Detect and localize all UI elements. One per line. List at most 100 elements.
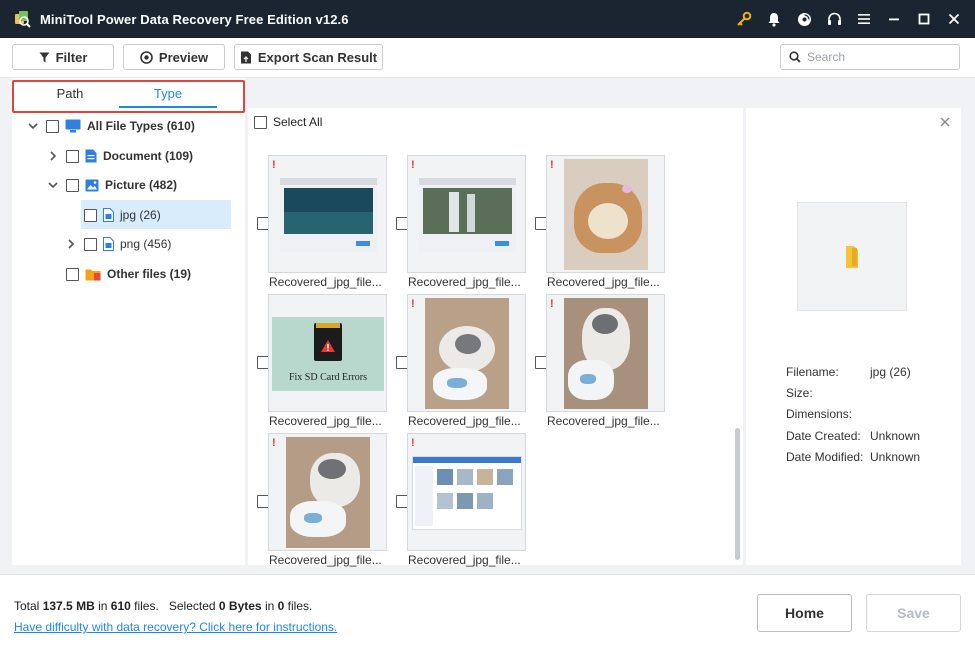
disc-icon[interactable] (789, 0, 819, 38)
thumbnail-item[interactable]: ! Recovered_jpg_file... (249, 155, 387, 289)
eye-icon (140, 50, 153, 64)
search-icon (789, 51, 801, 63)
selected-prefix: Selected (168, 599, 216, 613)
tree-label: png (456) (120, 237, 172, 251)
key-icon[interactable] (729, 0, 759, 38)
filter-button[interactable]: Filter (12, 44, 114, 70)
picture-icon (85, 179, 99, 192)
thumbnail-card[interactable]: ! (268, 433, 387, 551)
home-button[interactable]: Home (757, 594, 852, 632)
thumbnail-card[interactable]: ! (407, 433, 526, 551)
image-file-icon (103, 208, 114, 222)
chevron-right-icon[interactable] (48, 151, 58, 161)
tree-label: Picture (482) (105, 178, 178, 192)
thumbnail-label: Recovered_jpg_file... (408, 275, 521, 289)
tree-item-picture[interactable]: Picture (482) (48, 171, 177, 199)
thumbnail-item[interactable]: ! Recovered_jpg_file... (388, 433, 526, 567)
scrollbar-thumb[interactable] (735, 428, 740, 560)
preview-thumbnail (797, 202, 907, 311)
thumbnail-item[interactable]: ! Recovered_jpg_file... (527, 294, 665, 428)
thumbnail-card[interactable]: ! (546, 155, 665, 273)
app-logo-icon (12, 9, 32, 29)
selected-in-word: in (264, 599, 275, 613)
files-word: files. (134, 599, 159, 613)
tree-item-all-file-types[interactable]: All File Types (610) (28, 112, 195, 140)
selected-size: 0 Bytes (218, 599, 262, 613)
select-all-checkbox[interactable] (254, 115, 267, 129)
thumbnail-image (425, 298, 509, 409)
checkbox[interactable] (84, 208, 97, 222)
preview-panel (746, 108, 961, 565)
funnel-icon (39, 52, 50, 62)
tree-item-jpg[interactable]: jpg (26) (84, 201, 161, 229)
export-label: Export Scan Result (257, 49, 378, 65)
tree-item-other-files[interactable]: Other files (19) (66, 260, 191, 288)
search-box[interactable] (780, 44, 960, 70)
thumbnail-image (564, 298, 648, 409)
thumbnail-item[interactable]: ! Recovered_jpg_file... (388, 155, 526, 289)
total-files: 610 (110, 599, 131, 613)
tree-item-document[interactable]: Document (109) (48, 142, 193, 170)
thumbnail-image (564, 159, 648, 270)
thumbnail-card[interactable]: ! (546, 294, 665, 412)
checkbox[interactable] (66, 149, 79, 163)
date-modified-value: Unknown (870, 450, 921, 464)
thumbnail-card[interactable]: ! (407, 294, 526, 412)
warning-icon: ! (550, 298, 554, 310)
checkbox[interactable] (84, 237, 97, 251)
total-size: 137.5 MB (42, 599, 95, 613)
thumbnail-item[interactable]: ! Recovered_jpg_file... (527, 155, 665, 289)
checkbox[interactable] (46, 119, 59, 133)
menu-icon[interactable] (849, 0, 879, 38)
thumbnail-label: Recovered_jpg_file... (269, 414, 382, 428)
thumbnail-image (280, 178, 377, 252)
thumbnail-item[interactable]: Fix SD Card Errors Recovered_jpg_file... (249, 294, 387, 428)
chevron-down-icon[interactable] (48, 180, 58, 190)
warning-icon: ! (272, 159, 276, 171)
thumbnail-item[interactable]: ! Recovered_jpg_file... (388, 294, 526, 428)
chevron-right-icon[interactable] (66, 239, 76, 249)
thumbnail-image (286, 437, 370, 548)
dimensions-label: Dimensions: (786, 407, 853, 421)
thumbnail-card[interactable]: ! (268, 155, 387, 273)
chevron-down-icon[interactable] (28, 121, 38, 131)
save-button[interactable]: Save (866, 594, 961, 632)
filename-value: jpg (26) (870, 365, 911, 379)
select-all-row[interactable]: Select All (248, 108, 322, 136)
checkbox[interactable] (66, 178, 79, 192)
thumbnail-label: Recovered_jpg_file... (547, 275, 660, 289)
search-input[interactable] (807, 50, 957, 64)
warning-icon: ! (411, 159, 415, 171)
export-icon (240, 51, 251, 63)
warning-icon: ! (550, 159, 554, 171)
preview-button[interactable]: Preview (123, 44, 225, 70)
close-preview-icon[interactable] (938, 115, 952, 129)
tab-type[interactable]: Type (119, 86, 217, 108)
help-link[interactable]: Have difficulty with data recovery? Clic… (14, 620, 337, 634)
tree-item-png[interactable]: png (456) (66, 230, 171, 258)
headset-icon[interactable] (819, 0, 849, 38)
warning-icon: ! (411, 298, 415, 310)
export-scan-result-button[interactable]: Export Scan Result (234, 44, 383, 70)
status-line: Total 137.5 MB in 610 files. Selected 0 … (14, 599, 312, 613)
close-icon[interactable] (939, 0, 969, 38)
thumbnail-item[interactable]: ! Recovered_jpg_file... (249, 433, 387, 567)
select-all-label: Select All (273, 115, 323, 129)
thumbnail-card[interactable]: Fix SD Card Errors (268, 294, 387, 412)
thumbnail-label: Recovered_jpg_file... (269, 275, 382, 289)
checkbox[interactable] (66, 267, 79, 281)
app-title: MiniTool Power Data Recovery Free Editio… (40, 11, 349, 27)
center-top-strip (248, 78, 975, 108)
bell-icon[interactable] (759, 0, 789, 38)
thumbnail-card[interactable]: ! (407, 155, 526, 273)
tab-path[interactable]: Path (21, 86, 119, 108)
total-prefix: Total (14, 599, 40, 613)
maximize-icon[interactable] (909, 0, 939, 38)
date-modified-label: Date Modified: (786, 450, 864, 464)
toolbar: Filter Preview Export Scan Result (0, 38, 975, 78)
warning-icon: ! (272, 437, 276, 449)
thumbnail-label: Recovered_jpg_file... (269, 553, 382, 567)
tree-label: Other files (19) (107, 267, 192, 281)
thumbnail-label: Recovered_jpg_file... (408, 414, 521, 428)
minimize-icon[interactable] (879, 0, 909, 38)
